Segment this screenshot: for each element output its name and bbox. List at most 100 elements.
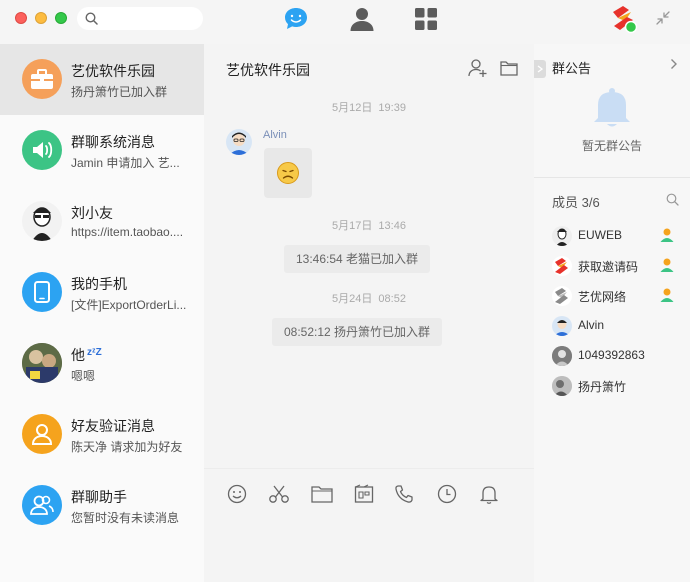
admin-icon bbox=[660, 258, 674, 272]
phone-icon bbox=[395, 485, 413, 503]
file-icon bbox=[311, 486, 333, 503]
screen-share-button[interactable] bbox=[352, 482, 376, 506]
notification-button[interactable] bbox=[477, 482, 501, 506]
folder-icon[interactable] bbox=[500, 60, 518, 76]
avatar bbox=[22, 343, 62, 383]
conversation-item[interactable]: 艺优软件乐园 扬丹箫竹已加入群 bbox=[0, 44, 204, 115]
group-notice-title[interactable]: 群公告 bbox=[552, 58, 591, 77]
conversation-name: 刘小友 bbox=[71, 205, 113, 221]
conversation-preview: https://item.taobao.... bbox=[71, 225, 184, 239]
search-input[interactable] bbox=[77, 7, 203, 30]
message-timestamp: 5月17日 13:46 bbox=[332, 220, 406, 232]
member-item[interactable]: EUWEB bbox=[552, 225, 682, 247]
member-item[interactable]: Alvin bbox=[552, 315, 682, 337]
member-item[interactable]: 1049392863 bbox=[552, 345, 682, 367]
admin-icon bbox=[660, 228, 674, 242]
add-member-icon[interactable] bbox=[468, 58, 488, 78]
member-name: EUWEB bbox=[578, 228, 623, 242]
friend-request-icon bbox=[22, 414, 62, 454]
member-name: 扬丹箫竹 bbox=[578, 380, 627, 394]
history-icon bbox=[437, 484, 457, 504]
sleep-icon: zᶻZ bbox=[87, 347, 102, 358]
contacts-icon bbox=[350, 8, 374, 31]
voice-call-button[interactable] bbox=[392, 482, 416, 506]
avatar bbox=[552, 316, 572, 336]
minimize-window-button[interactable] bbox=[35, 12, 47, 24]
message-timestamp: 5月12日 19:39 bbox=[332, 102, 406, 114]
chat-tab[interactable] bbox=[281, 4, 311, 34]
chat-icon bbox=[285, 8, 307, 29]
conversation-name: 我的手机 bbox=[71, 276, 127, 292]
briefcase-icon bbox=[22, 59, 62, 99]
conversation-item[interactable]: 刘小友 https://item.taobao.... bbox=[0, 186, 204, 257]
close-window-button[interactable] bbox=[15, 12, 27, 24]
member-item[interactable]: 获取邀请码 bbox=[552, 255, 682, 277]
send-file-button[interactable] bbox=[310, 482, 334, 506]
bell-icon bbox=[480, 486, 498, 504]
conversation-preview: 陈天净 请求加为好友 bbox=[71, 440, 183, 454]
system-message: 13:46:54 老猫已加入群 bbox=[284, 245, 431, 273]
scissors-icon bbox=[269, 485, 289, 503]
conversation-name: 好友验证消息 bbox=[71, 418, 155, 434]
member-name: 获取邀请码 bbox=[578, 260, 639, 274]
emoji-icon bbox=[227, 484, 247, 504]
app-logo[interactable] bbox=[609, 4, 639, 34]
member-name: 1049392863 bbox=[578, 348, 645, 362]
conversation-name: 群聊助手 bbox=[71, 489, 127, 505]
speaker-icon bbox=[22, 130, 62, 170]
avatar bbox=[552, 256, 572, 276]
conversation-item[interactable]: 好友验证消息 陈天净 请求加为好友 bbox=[0, 399, 204, 470]
admin-icon bbox=[660, 288, 674, 302]
conversation-item[interactable]: 他 zᶻZ 嗯嗯 bbox=[0, 328, 204, 399]
chat-panel: 艺优软件乐园 5月12日 19:39 Alvin 5月17日 13:46 13:46… bbox=[204, 44, 534, 582]
search-icon[interactable] bbox=[666, 193, 679, 206]
group-info-panel: 群公告 暂无群公告 成员 3/6 EUWEB 获取邀请码 艺优网络 Alvin … bbox=[534, 44, 690, 582]
avatar[interactable] bbox=[226, 129, 252, 155]
no-notice-text: 暂无群公告 bbox=[581, 139, 642, 153]
message-sender: Alvin bbox=[263, 129, 287, 141]
zoom-window-button[interactable] bbox=[55, 12, 67, 24]
conversation-preview: 您暂时没有未读消息 bbox=[71, 511, 180, 525]
conversation-preview: 扬丹箫竹已加入群 bbox=[71, 85, 168, 99]
members-title: 成员 3/6 bbox=[552, 195, 600, 210]
chat-title: 艺优软件乐园 bbox=[226, 62, 310, 78]
avatar bbox=[22, 201, 62, 241]
avatar bbox=[552, 376, 572, 396]
chevron-right-icon bbox=[537, 65, 543, 73]
contacts-tab[interactable] bbox=[347, 4, 377, 34]
apps-tab[interactable] bbox=[411, 4, 441, 34]
sad-emoji-icon bbox=[277, 162, 299, 184]
screenshot-button[interactable] bbox=[267, 482, 291, 506]
emoji-button[interactable] bbox=[225, 482, 249, 506]
message-timestamp: 5月24日 08:52 bbox=[332, 293, 406, 305]
system-message: 08:52:12 扬丹箫竹已加入群 bbox=[272, 318, 443, 346]
chevron-right-icon[interactable] bbox=[670, 58, 678, 70]
divider bbox=[534, 177, 690, 178]
avatar bbox=[552, 346, 572, 366]
collapse-panel-button[interactable] bbox=[534, 60, 546, 78]
shrink-icon[interactable] bbox=[654, 9, 672, 27]
conversation-item[interactable]: 群聊系统消息 Jamin 申请加入 艺... bbox=[0, 115, 204, 186]
search-icon bbox=[85, 12, 98, 25]
conversation-item[interactable]: 群聊助手 您暂时没有未读消息 bbox=[0, 470, 204, 541]
phone-device-icon bbox=[22, 272, 62, 312]
conversation-name: 他 zᶻZ bbox=[71, 347, 102, 363]
avatar bbox=[552, 226, 572, 246]
title-bar bbox=[0, 0, 690, 44]
member-item[interactable]: 扬丹箫竹 bbox=[552, 375, 682, 397]
avatar bbox=[552, 286, 572, 306]
conversation-preview: 嗯嗯 bbox=[71, 369, 96, 383]
member-name: 艺优网络 bbox=[578, 290, 627, 304]
conversation-list: 艺优软件乐园 扬丹箫竹已加入群 群聊系统消息 Jamin 申请加入 艺... 刘… bbox=[0, 44, 204, 582]
conversation-name: 艺优软件乐园 bbox=[71, 63, 155, 79]
member-name: Alvin bbox=[578, 318, 605, 332]
conversation-item[interactable]: 我的手机 [文件]ExportOrderLi... bbox=[0, 257, 204, 328]
apps-icon bbox=[415, 8, 437, 30]
conversation-name: 群聊系统消息 bbox=[71, 134, 155, 150]
member-item[interactable]: 艺优网络 bbox=[552, 285, 682, 307]
notice-bell-icon bbox=[594, 88, 630, 127]
history-button[interactable] bbox=[435, 482, 459, 506]
message-toolbar bbox=[204, 468, 534, 582]
screen-icon bbox=[354, 484, 374, 503]
message-bubble[interactable] bbox=[264, 148, 312, 198]
